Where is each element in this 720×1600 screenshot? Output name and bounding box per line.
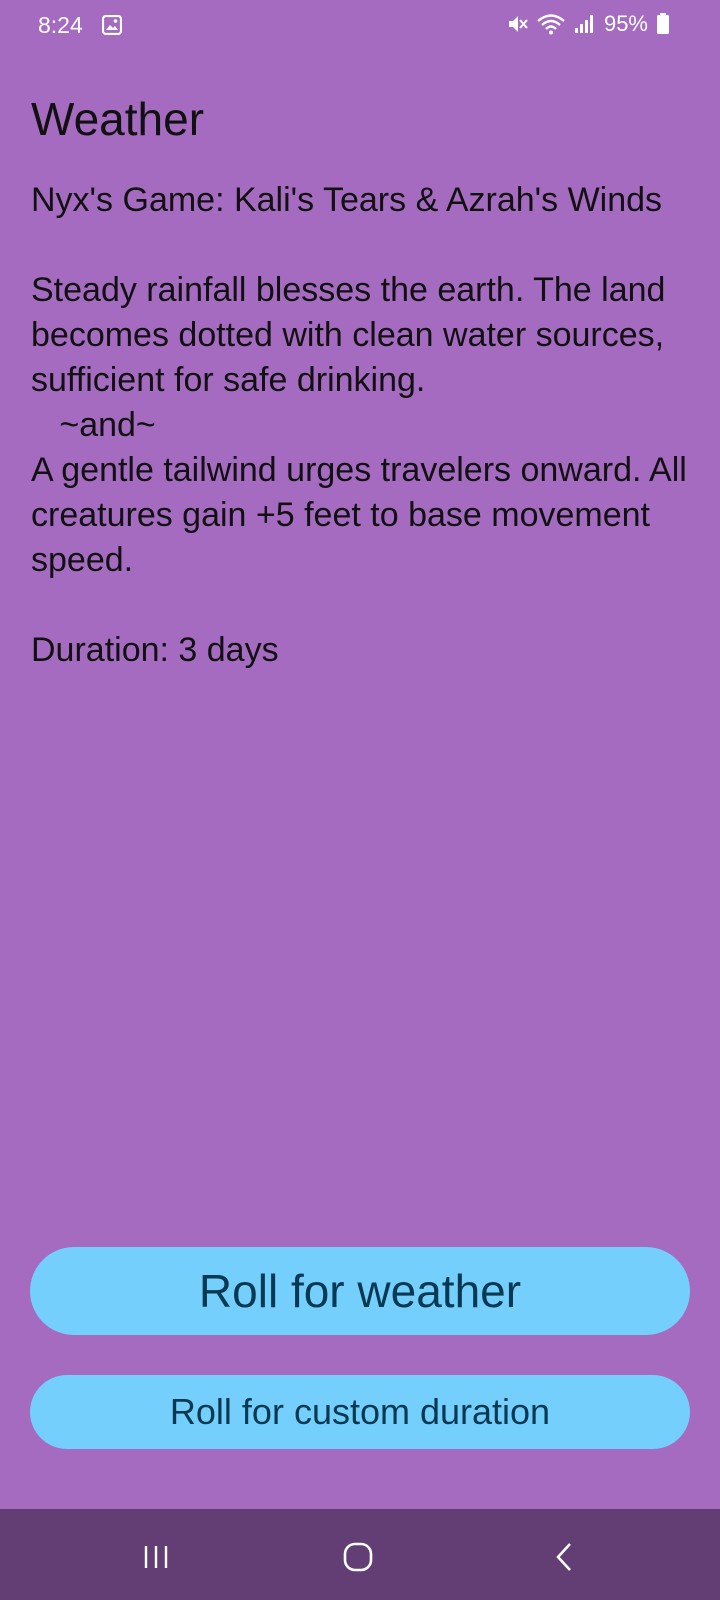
- wifi-icon: [537, 14, 565, 35]
- signal-icon: [574, 15, 593, 33]
- gallery-icon: [102, 15, 122, 35]
- recents-icon[interactable]: [138, 1539, 174, 1575]
- roll-for-weather-button[interactable]: Roll for weather: [30, 1247, 690, 1335]
- status-time: 8:24: [38, 12, 83, 38]
- page-title: Weather: [31, 93, 205, 145]
- weather-description: Nyx's Game: Kali's Tears & Azrah's Winds…: [31, 181, 687, 669]
- battery-icon: [657, 13, 669, 34]
- back-icon[interactable]: [546, 1539, 582, 1575]
- home-icon[interactable]: [340, 1539, 376, 1575]
- status-bar: 8:24 95%: [0, 0, 720, 52]
- status-icons: 95%: [506, 11, 670, 37]
- roll-for-custom-duration-button[interactable]: Roll for custom duration: [30, 1375, 690, 1449]
- battery-percent: 95%: [603, 11, 648, 36]
- mute-icon: [508, 16, 528, 32]
- navigation-bar: [0, 1509, 720, 1600]
